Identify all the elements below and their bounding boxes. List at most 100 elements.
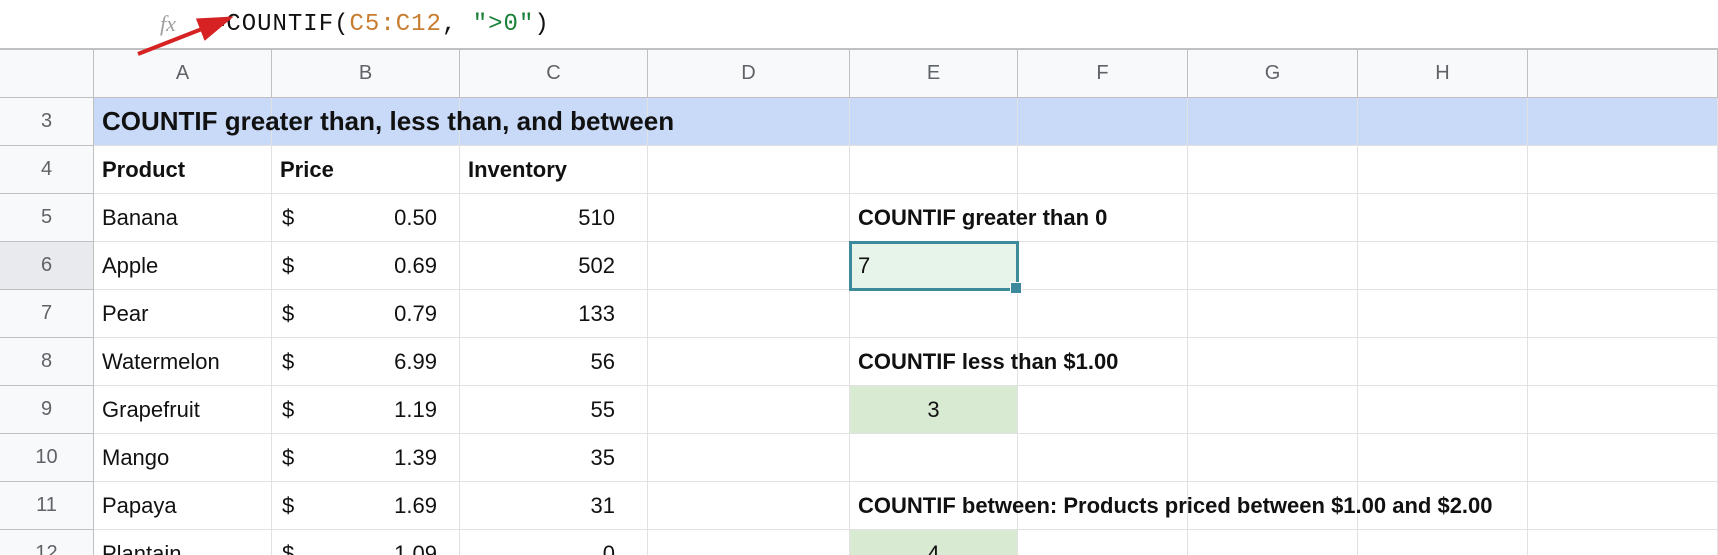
cell-end4[interactable]: [1528, 146, 1718, 194]
cell-H3[interactable]: [1358, 98, 1528, 146]
col-header-A[interactable]: A: [94, 50, 272, 98]
cell-H9[interactable]: [1358, 386, 1528, 434]
cell-E5[interactable]: COUNTIF greater than 0: [850, 194, 1018, 242]
cell-B8[interactable]: $6.99: [272, 338, 460, 386]
cell-end7[interactable]: [1528, 290, 1718, 338]
formula-bar[interactable]: fx =COUNTIF(C5:C12, ">0"): [0, 0, 1718, 50]
cell-B7[interactable]: $0.79: [272, 290, 460, 338]
cell-G4[interactable]: [1188, 146, 1358, 194]
cell-B11[interactable]: $1.69: [272, 482, 460, 530]
cell-C4[interactable]: Inventory: [460, 146, 648, 194]
cell-C12[interactable]: 0: [460, 530, 648, 555]
cell-D5[interactable]: [648, 194, 850, 242]
cell-C11[interactable]: 31: [460, 482, 648, 530]
cell-end10[interactable]: [1528, 434, 1718, 482]
cell-H12[interactable]: [1358, 530, 1528, 555]
col-header-F[interactable]: F: [1018, 50, 1188, 98]
cell-A6[interactable]: Apple: [94, 242, 272, 290]
cell-end12[interactable]: [1528, 530, 1718, 555]
formula-text[interactable]: =COUNTIF(C5:C12, ">0"): [211, 11, 550, 38]
row-header-8[interactable]: 8: [0, 338, 94, 386]
cell-B12[interactable]: $1.09: [272, 530, 460, 555]
cell-A12[interactable]: Plantain: [94, 530, 272, 555]
cell-A8[interactable]: Watermelon: [94, 338, 272, 386]
cell-G12[interactable]: [1188, 530, 1358, 555]
cell-C9[interactable]: 55: [460, 386, 648, 434]
cell-B6[interactable]: $0.69: [272, 242, 460, 290]
cell-F4[interactable]: [1018, 146, 1188, 194]
col-header-end[interactable]: [1528, 50, 1718, 98]
row-header-11[interactable]: 11: [0, 482, 94, 530]
cell-B5[interactable]: $0.50: [272, 194, 460, 242]
cell-H6[interactable]: [1358, 242, 1528, 290]
row-header-10[interactable]: 10: [0, 434, 94, 482]
cell-H5[interactable]: [1358, 194, 1528, 242]
cell-E7[interactable]: [850, 290, 1018, 338]
cell-D10[interactable]: [648, 434, 850, 482]
col-header-C[interactable]: C: [460, 50, 648, 98]
cell-G8[interactable]: [1188, 338, 1358, 386]
cell-end3[interactable]: [1528, 98, 1718, 146]
cell-end9[interactable]: [1528, 386, 1718, 434]
col-header-G[interactable]: G: [1188, 50, 1358, 98]
cell-H4[interactable]: [1358, 146, 1528, 194]
cell-D3[interactable]: [648, 98, 850, 146]
cell-A5[interactable]: Banana: [94, 194, 272, 242]
cell-E3[interactable]: [850, 98, 1018, 146]
cell-B10[interactable]: $1.39: [272, 434, 460, 482]
cell-E6-selected[interactable]: 7: [850, 242, 1018, 290]
spreadsheet-grid[interactable]: A B C D E F G H 3 COUNTIF greater than, …: [0, 50, 1718, 555]
row-header-9[interactable]: 9: [0, 386, 94, 434]
cell-H10[interactable]: [1358, 434, 1528, 482]
cell-E8[interactable]: COUNTIF less than $1.00: [850, 338, 1018, 386]
cell-A9[interactable]: Grapefruit: [94, 386, 272, 434]
cell-C5[interactable]: 510: [460, 194, 648, 242]
cell-F3[interactable]: [1018, 98, 1188, 146]
col-header-E[interactable]: E: [850, 50, 1018, 98]
cell-D11[interactable]: [648, 482, 850, 530]
cell-E11[interactable]: COUNTIF between: Products priced between…: [850, 482, 1018, 530]
cell-D8[interactable]: [648, 338, 850, 386]
cell-G9[interactable]: [1188, 386, 1358, 434]
cell-F7[interactable]: [1018, 290, 1188, 338]
cell-end11[interactable]: [1528, 482, 1718, 530]
corner-cell[interactable]: [0, 50, 94, 98]
cell-G10[interactable]: [1188, 434, 1358, 482]
cell-E12[interactable]: 4: [850, 530, 1018, 555]
row-header-12[interactable]: 12: [0, 530, 94, 555]
cell-F12[interactable]: [1018, 530, 1188, 555]
cell-B9[interactable]: $1.19: [272, 386, 460, 434]
row-header-5[interactable]: 5: [0, 194, 94, 242]
cell-A4[interactable]: Product: [94, 146, 272, 194]
cell-D9[interactable]: [648, 386, 850, 434]
cell-A7[interactable]: Pear: [94, 290, 272, 338]
cell-F9[interactable]: [1018, 386, 1188, 434]
row-header-7[interactable]: 7: [0, 290, 94, 338]
cell-F10[interactable]: [1018, 434, 1188, 482]
cell-D12[interactable]: [648, 530, 850, 555]
cell-H8[interactable]: [1358, 338, 1528, 386]
cell-C10[interactable]: 35: [460, 434, 648, 482]
cell-G6[interactable]: [1188, 242, 1358, 290]
col-header-B[interactable]: B: [272, 50, 460, 98]
cell-G5[interactable]: [1188, 194, 1358, 242]
cell-D4[interactable]: [648, 146, 850, 194]
row-header-6[interactable]: 6: [0, 242, 94, 290]
cell-G3[interactable]: [1188, 98, 1358, 146]
cell-H7[interactable]: [1358, 290, 1528, 338]
cell-C8[interactable]: 56: [460, 338, 648, 386]
cell-E9[interactable]: 3: [850, 386, 1018, 434]
cell-G7[interactable]: [1188, 290, 1358, 338]
cell-F6[interactable]: [1018, 242, 1188, 290]
cell-A11[interactable]: Papaya: [94, 482, 272, 530]
col-header-H[interactable]: H: [1358, 50, 1528, 98]
cell-B4[interactable]: Price: [272, 146, 460, 194]
row-header-4[interactable]: 4: [0, 146, 94, 194]
cell-end8[interactable]: [1528, 338, 1718, 386]
cell-end6[interactable]: [1528, 242, 1718, 290]
cell-end5[interactable]: [1528, 194, 1718, 242]
cell-D7[interactable]: [648, 290, 850, 338]
cell-E10[interactable]: [850, 434, 1018, 482]
row-header-3[interactable]: 3: [0, 98, 94, 146]
cell-E4[interactable]: [850, 146, 1018, 194]
